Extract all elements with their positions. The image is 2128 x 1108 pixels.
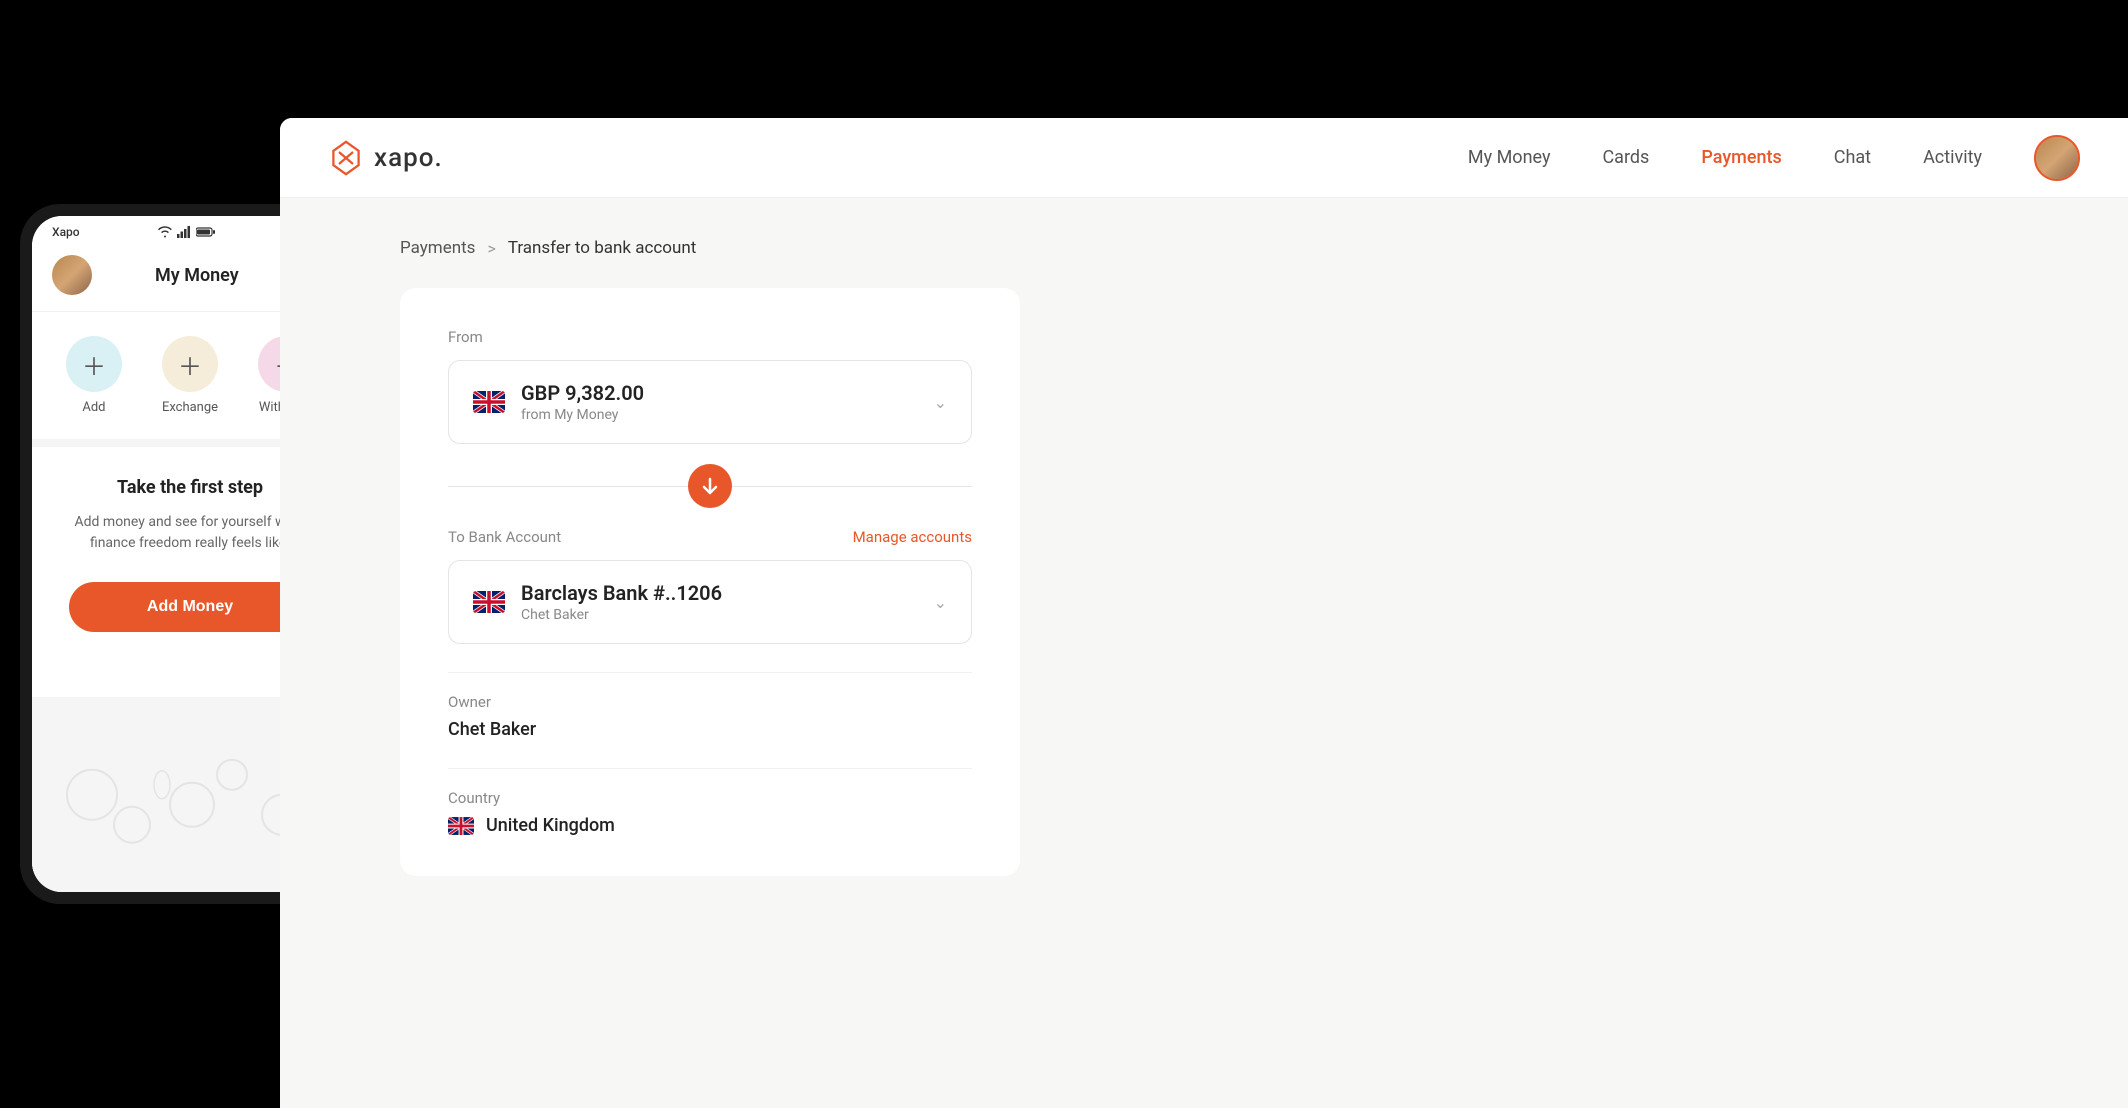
from-flag-icon — [473, 391, 505, 413]
add-icon: ＋ — [82, 347, 106, 382]
transfer-form-card: From GBP 9,382.00 from My Money ⌄ — [400, 288, 1020, 876]
nav-my-money[interactable]: My Money — [1468, 147, 1551, 168]
arrow-down-circle — [688, 464, 732, 508]
exchange-icon: ＋ — [178, 347, 202, 382]
nav-payments[interactable]: Payments — [1701, 147, 1781, 168]
add-circle: ＋ — [66, 336, 122, 392]
to-bank-label: To Bank Account — [448, 528, 561, 546]
from-chevron-icon: ⌄ — [934, 393, 947, 412]
to-chevron-icon: ⌄ — [934, 593, 947, 612]
exchange-circle: ＋ — [162, 336, 218, 392]
breadcrumb: Payments > Transfer to bank account — [400, 238, 2008, 258]
avatar-image — [2036, 137, 2078, 179]
wifi-icon — [158, 226, 172, 238]
manage-accounts-link[interactable]: Manage accounts — [853, 528, 972, 546]
breadcrumb-separator: > — [487, 239, 495, 258]
country-label: Country — [448, 789, 972, 807]
from-account-info: GBP 9,382.00 from My Money — [521, 381, 918, 423]
to-flag-icon — [473, 591, 505, 613]
add-money-button[interactable]: Add Money — [69, 582, 310, 632]
signal-icon — [177, 226, 191, 238]
add-label: Add — [82, 400, 105, 415]
web-panel: xapo. My Money Cards Payments Chat Activ… — [280, 118, 2128, 1108]
bank-name: Barclays Bank #..1206 — [521, 581, 918, 605]
bank-owner-sub: Chet Baker — [521, 607, 918, 623]
phone-app-title: My Money — [155, 265, 239, 286]
country-section: Country United Kingdom — [448, 768, 972, 836]
from-account-selector[interactable]: GBP 9,382.00 from My Money ⌄ — [448, 360, 972, 444]
owner-section: Owner Chet Baker — [448, 672, 972, 740]
phone-exchange-action[interactable]: ＋ Exchange — [162, 336, 218, 415]
to-bank-selector[interactable]: Barclays Bank #..1206 Chet Baker ⌄ — [448, 560, 972, 644]
country-flag-icon — [448, 817, 474, 835]
breadcrumb-current: Transfer to bank account — [508, 238, 696, 258]
from-label: From — [448, 328, 972, 346]
status-app-name: Xapo — [52, 225, 80, 239]
country-value: United Kingdom — [486, 815, 615, 836]
breadcrumb-payments[interactable]: Payments — [400, 238, 475, 258]
arrow-divider — [448, 444, 972, 528]
logo: xapo. — [328, 140, 443, 176]
user-avatar[interactable] — [2034, 135, 2080, 181]
logo-text: xapo. — [374, 143, 443, 173]
from-amount: GBP 9,382.00 — [521, 381, 918, 405]
owner-value: Chet Baker — [448, 719, 972, 740]
exchange-label: Exchange — [162, 400, 218, 415]
promo-title: Take the first step — [117, 477, 263, 498]
status-icons — [158, 226, 216, 238]
nav-cards[interactable]: Cards — [1602, 147, 1649, 168]
nav-activity[interactable]: Activity — [1923, 147, 1982, 168]
navbar: xapo. My Money Cards Payments Chat Activ… — [280, 118, 2128, 198]
xapo-logo-icon — [328, 140, 364, 176]
main-content: Payments > Transfer to bank account From… — [280, 198, 2128, 916]
nav-chat[interactable]: Chat — [1834, 147, 1871, 168]
arrow-down-icon — [700, 476, 720, 496]
phone-add-action[interactable]: ＋ Add — [66, 336, 122, 415]
avatar — [52, 255, 92, 295]
from-sub: from My Money — [521, 407, 918, 423]
country-row: United Kingdom — [448, 815, 972, 836]
to-bank-info: Barclays Bank #..1206 Chet Baker — [521, 581, 918, 623]
to-bank-header: To Bank Account Manage accounts — [448, 528, 972, 546]
owner-label: Owner — [448, 693, 972, 711]
nav-links: My Money Cards Payments Chat Activity — [1468, 147, 1982, 168]
battery-icon — [196, 226, 216, 238]
